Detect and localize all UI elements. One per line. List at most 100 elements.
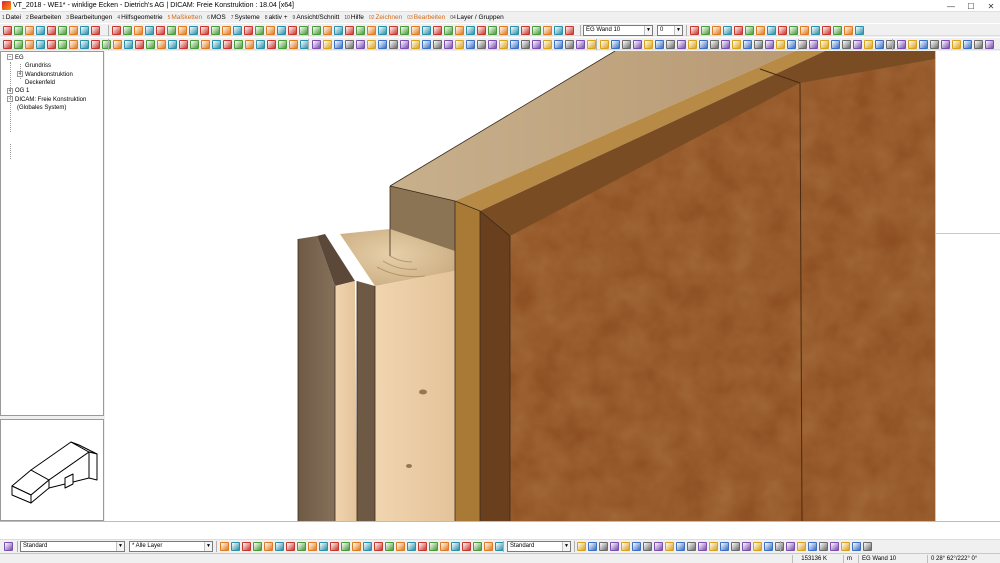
toolbar-tool-icon[interactable]	[473, 542, 482, 551]
toolbar-tool-icon[interactable]	[400, 40, 409, 49]
menu-item-hilfe[interactable]: 10Hilfe	[344, 14, 364, 21]
toolbar-tool-icon[interactable]	[852, 542, 861, 551]
toolbar-tool-icon[interactable]	[319, 542, 328, 551]
toolbar-tool-icon[interactable]	[80, 26, 89, 35]
toolbar-tool-icon[interactable]	[113, 40, 122, 49]
toolbar-tool-icon[interactable]	[952, 40, 961, 49]
toolbar-tool-icon[interactable]	[422, 40, 431, 49]
toolbar-tool-icon[interactable]	[323, 26, 332, 35]
toolbar-tool-icon[interactable]	[411, 26, 420, 35]
toolbar-tool-icon[interactable]	[245, 40, 254, 49]
toolbar-tool-icon[interactable]	[275, 542, 284, 551]
toolbar-tool-icon[interactable]	[930, 40, 939, 49]
menu-item-bearbeitungen[interactable]: 3Bearbeitungen	[66, 14, 112, 21]
toolbar-tool-icon[interactable]	[289, 40, 298, 49]
toolbar-tool-icon[interactable]	[278, 40, 287, 49]
toolbar-tool-icon[interactable]	[220, 542, 229, 551]
toolbar-tool-icon[interactable]	[433, 40, 442, 49]
toolbar-tool-icon[interactable]	[433, 26, 442, 35]
toolbar-tool-icon[interactable]	[396, 542, 405, 551]
toolbar-tool-icon[interactable]	[908, 40, 917, 49]
toolbar-tool-icon[interactable]	[665, 542, 674, 551]
toolbar-tool-icon[interactable]	[863, 542, 872, 551]
toolbar-tool-icon[interactable]	[168, 40, 177, 49]
toolbar-tool-icon[interactable]	[451, 542, 460, 551]
toolbar-tool-icon[interactable]	[145, 26, 154, 35]
toolbar-tool-icon[interactable]	[510, 40, 519, 49]
toolbar-tool-icon[interactable]	[710, 40, 719, 49]
toolbar-tool-icon[interactable]	[429, 542, 438, 551]
toolbar-tool-icon[interactable]	[455, 26, 464, 35]
menu-item-zeichnen[interactable]: 02Zeichnen	[369, 14, 402, 21]
number-select[interactable]: 0 ▼	[657, 25, 683, 36]
toolbar-tool-icon[interactable]	[709, 542, 718, 551]
toolbar-tool-icon[interactable]	[599, 542, 608, 551]
toolbar-tool-icon[interactable]	[974, 40, 983, 49]
toolbar-tool-icon[interactable]	[767, 26, 776, 35]
toolbar-tool-icon[interactable]	[231, 542, 240, 551]
toolbar-tool-icon[interactable]	[297, 542, 306, 551]
toolbar-tool-icon[interactable]	[723, 26, 732, 35]
toolbar-tool-icon[interactable]	[341, 542, 350, 551]
toolbar-tool-icon[interactable]	[367, 40, 376, 49]
menu-item-maßketten[interactable]: 5Maßketten	[168, 14, 203, 21]
menu-item-aktiv-[interactable]: 8aktiv +	[265, 14, 288, 21]
toolbar-tool-icon[interactable]	[80, 40, 89, 49]
toolbar-tool-icon[interactable]	[643, 542, 652, 551]
toolbar-tool-icon[interactable]	[385, 542, 394, 551]
toolbar-tool-icon[interactable]	[25, 40, 34, 49]
toolbar-tool-icon[interactable]	[253, 542, 262, 551]
toolbar-tool-icon[interactable]	[644, 40, 653, 49]
toolbar-tool-icon[interactable]	[798, 40, 807, 49]
toolbar-tool-icon[interactable]	[312, 40, 321, 49]
toolbar-tool-icon[interactable]	[521, 26, 530, 35]
toolbar-tool-icon[interactable]	[632, 542, 641, 551]
toolbar-tool-icon[interactable]	[36, 26, 45, 35]
toolbar-tool-icon[interactable]	[698, 542, 707, 551]
tree-item[interactable]: (Globales System)	[17, 104, 66, 112]
toolbar-tool-icon[interactable]	[499, 40, 508, 49]
toolbar-tool-icon[interactable]	[633, 40, 642, 49]
toolbar-tool-icon[interactable]	[400, 26, 409, 35]
toolbar-tool-icon[interactable]	[565, 40, 574, 49]
toolbar-tool-icon[interactable]	[135, 40, 144, 49]
tree-item[interactable]: − EG	[7, 54, 24, 62]
menu-item-bearbeiten[interactable]: 2Bearbeiten	[26, 14, 61, 21]
tree-item[interactable]: + Wandkonstruktion	[17, 71, 73, 79]
tree-item[interactable]: Grundriss	[25, 62, 51, 70]
toolbar-tool-icon[interactable]	[731, 542, 740, 551]
filter-layer-select[interactable]: * Alle Layer ▼	[129, 541, 213, 552]
toolbar-tool-icon[interactable]	[356, 26, 365, 35]
toolbar-tool-icon[interactable]	[886, 40, 895, 49]
toolbar-tool-icon[interactable]	[58, 40, 67, 49]
toolbar-tool-icon[interactable]	[477, 26, 486, 35]
toolbar-tool-icon[interactable]	[112, 26, 121, 35]
toolbar-tool-icon[interactable]	[266, 26, 275, 35]
toolbar-tool-icon[interactable]	[721, 40, 730, 49]
toolbar-tool-icon[interactable]	[444, 26, 453, 35]
toolbar-tool-icon[interactable]	[864, 40, 873, 49]
toolbar-tool-icon[interactable]	[277, 26, 286, 35]
toolbar-tool-icon[interactable]	[14, 26, 23, 35]
toolbar-tool-icon[interactable]	[267, 40, 276, 49]
toolbar-tool-icon[interactable]	[299, 26, 308, 35]
toolbar-tool-icon[interactable]	[588, 542, 597, 551]
toolbar-tool-icon[interactable]	[699, 40, 708, 49]
toolbar-tool-icon[interactable]	[455, 40, 464, 49]
toolbar-tool-icon[interactable]	[378, 26, 387, 35]
toolbar-tool-icon[interactable]	[776, 40, 785, 49]
toolbar-tool-icon[interactable]	[200, 26, 209, 35]
toolbar-tool-icon[interactable]	[510, 26, 519, 35]
toolbar-tool-icon[interactable]	[356, 40, 365, 49]
toolbar-tool-icon[interactable]	[178, 26, 187, 35]
toolbar-tool-icon[interactable]	[690, 26, 699, 35]
toolbar-tool-icon[interactable]	[222, 26, 231, 35]
toolbar-tool-icon[interactable]	[687, 542, 696, 551]
toolbar-tool-icon[interactable]	[330, 542, 339, 551]
toolbar-tool-icon[interactable]	[3, 26, 12, 35]
toolbar-tool-icon[interactable]	[554, 26, 563, 35]
toolbar-tool-icon[interactable]	[367, 26, 376, 35]
toolbar-tool-icon[interactable]	[374, 542, 383, 551]
toolbar-tool-icon[interactable]	[201, 40, 210, 49]
toolbar-tool-icon[interactable]	[786, 542, 795, 551]
